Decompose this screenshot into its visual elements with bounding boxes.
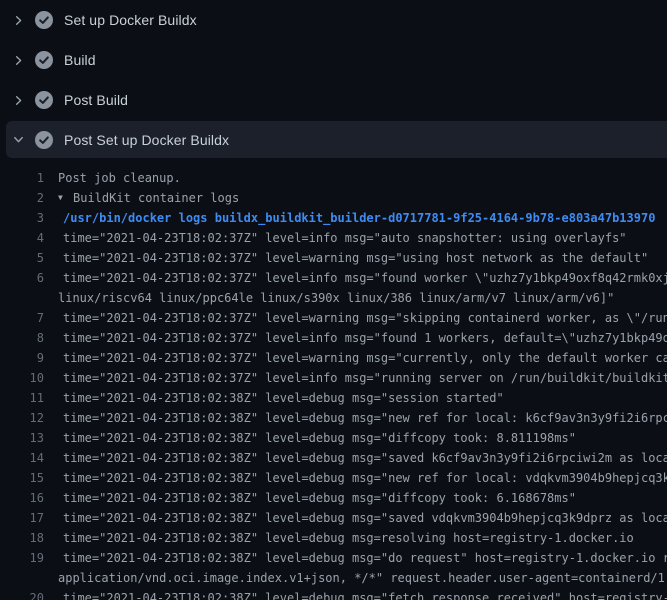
log-line-text: time="2021-04-23T18:02:38Z" level=debug … — [63, 528, 634, 548]
log-line-number[interactable]: 14 — [0, 448, 44, 468]
log-line-text: time="2021-04-23T18:02:38Z" level=debug … — [63, 468, 667, 488]
log-line-number[interactable]: 16 — [0, 488, 44, 508]
step-label: Build — [64, 52, 96, 68]
log-line[interactable]: 3 /usr/bin/docker logs buildx_buildkit_b… — [0, 208, 667, 228]
log-line-number[interactable]: 6 — [0, 268, 44, 288]
log-line-text: time="2021-04-23T18:02:37Z" level=info m… — [63, 268, 667, 288]
log-line-number[interactable]: 1 — [0, 168, 44, 188]
step-label: Set up Docker Buildx — [64, 12, 197, 28]
log-line[interactable]: 4 time="2021-04-23T18:02:37Z" level=info… — [0, 228, 667, 248]
log-line-text: time="2021-04-23T18:02:38Z" level=debug … — [63, 508, 667, 528]
log-line[interactable]: 18 time="2021-04-23T18:02:38Z" level=deb… — [0, 528, 667, 548]
log-line-number[interactable] — [0, 288, 44, 308]
log-line[interactable]: application/vnd.oci.image.index.v1+json,… — [0, 568, 667, 588]
log-line-number[interactable]: 9 — [0, 348, 44, 368]
chevron-right-icon — [10, 14, 26, 27]
log-line-text: time="2021-04-23T18:02:38Z" level=debug … — [63, 548, 667, 568]
chevron-right-icon — [10, 94, 26, 107]
log-line-number[interactable]: 8 — [0, 328, 44, 348]
log-line-number[interactable]: 20 — [0, 588, 44, 600]
log-line[interactable]: 11 time="2021-04-23T18:02:38Z" level=deb… — [0, 388, 667, 408]
log-line[interactable]: 9 time="2021-04-23T18:02:37Z" level=warn… — [0, 348, 667, 368]
actions-log-viewer: Set up Docker Buildx Build Post Build — [0, 0, 667, 600]
log-line-text: time="2021-04-23T18:02:37Z" level=warnin… — [63, 308, 667, 328]
log-line-text: time="2021-04-23T18:02:38Z" level=debug … — [63, 428, 576, 448]
check-circle-icon — [35, 51, 53, 69]
log-line[interactable]: 5 time="2021-04-23T18:02:37Z" level=warn… — [0, 248, 667, 268]
check-circle-icon — [35, 91, 53, 109]
log-line-text: time="2021-04-23T18:02:38Z" level=debug … — [63, 448, 667, 468]
log-line-text: /usr/bin/docker logs buildx_buildkit_bui… — [63, 208, 655, 228]
log-line-number[interactable]: 12 — [0, 408, 44, 428]
log-line-number[interactable]: 17 — [0, 508, 44, 528]
log-line-text: time="2021-04-23T18:02:38Z" level=debug … — [63, 408, 667, 428]
log-line-number[interactable]: 2 — [0, 188, 44, 208]
log-line-number[interactable]: 10 — [0, 368, 44, 388]
log-line[interactable]: 1 Post job cleanup. — [0, 168, 667, 188]
step-header-build[interactable]: Build — [0, 40, 667, 80]
log-line[interactable]: linux/riscv64 linux/ppc64le linux/s390x … — [0, 288, 667, 308]
triangle-down-icon[interactable]: ▼ — [58, 188, 73, 208]
log-line-text: time="2021-04-23T18:02:37Z" level=info m… — [63, 328, 667, 348]
log-line[interactable]: 15 time="2021-04-23T18:02:38Z" level=deb… — [0, 468, 667, 488]
log-line[interactable]: 20 time="2021-04-23T18:02:38Z" level=deb… — [0, 588, 667, 600]
log-line[interactable]: 17 time="2021-04-23T18:02:38Z" level=deb… — [0, 508, 667, 528]
log-line-number[interactable]: 11 — [0, 388, 44, 408]
step-header-set-up-docker-buildx[interactable]: Set up Docker Buildx — [0, 0, 667, 40]
log-line-number[interactable]: 4 — [0, 228, 44, 248]
log-line-text: time="2021-04-23T18:02:38Z" level=debug … — [63, 588, 667, 600]
log-line-text: BuildKit container logs — [73, 188, 239, 208]
step-list: Set up Docker Buildx Build Post Build — [0, 0, 667, 158]
log-line-number[interactable]: 5 — [0, 248, 44, 268]
log-line-text: Post job cleanup. — [58, 168, 181, 188]
chevron-down-icon — [10, 133, 26, 146]
log-line-number[interactable]: 19 — [0, 548, 44, 568]
log-line-number[interactable] — [0, 568, 44, 588]
log-line[interactable]: 12 time="2021-04-23T18:02:38Z" level=deb… — [0, 408, 667, 428]
log-line[interactable]: 13 time="2021-04-23T18:02:38Z" level=deb… — [0, 428, 667, 448]
log-line[interactable]: 2 ▼ BuildKit container logs — [0, 188, 667, 208]
log-line-text: application/vnd.oci.image.index.v1+json,… — [58, 568, 667, 588]
check-circle-icon — [35, 131, 53, 149]
log-line-number[interactable]: 18 — [0, 528, 44, 548]
log-line-number[interactable]: 7 — [0, 308, 44, 328]
log-line[interactable]: 16 time="2021-04-23T18:02:38Z" level=deb… — [0, 488, 667, 508]
log-line-number[interactable]: 15 — [0, 468, 44, 488]
chevron-right-icon — [10, 54, 26, 67]
log-line[interactable]: 14 time="2021-04-23T18:02:38Z" level=deb… — [0, 448, 667, 468]
log-line-number[interactable]: 13 — [0, 428, 44, 448]
log-line-number[interactable]: 3 — [0, 208, 44, 228]
log-line[interactable]: 8 time="2021-04-23T18:02:37Z" level=info… — [0, 328, 667, 348]
log-line[interactable]: 10 time="2021-04-23T18:02:37Z" level=inf… — [0, 368, 667, 388]
log-line-text: linux/riscv64 linux/ppc64le linux/s390x … — [58, 288, 614, 308]
log-line-text: time="2021-04-23T18:02:38Z" level=debug … — [63, 388, 504, 408]
log-line-text: time="2021-04-23T18:02:37Z" level=warnin… — [63, 348, 667, 368]
log-line[interactable]: 7 time="2021-04-23T18:02:37Z" level=warn… — [0, 308, 667, 328]
log-line-text: time="2021-04-23T18:02:38Z" level=debug … — [63, 488, 576, 508]
step-header-post-set-up-docker-buildx[interactable]: Post Set up Docker Buildx — [6, 121, 667, 158]
log-line[interactable]: 19 time="2021-04-23T18:02:38Z" level=deb… — [0, 548, 667, 568]
log-line-text: time="2021-04-23T18:02:37Z" level=info m… — [63, 368, 667, 388]
log-line-text: time="2021-04-23T18:02:37Z" level=info m… — [63, 228, 627, 248]
step-label: Post Build — [64, 92, 128, 108]
log-line-text: time="2021-04-23T18:02:37Z" level=warnin… — [63, 248, 648, 268]
check-circle-icon — [35, 11, 53, 29]
step-label: Post Set up Docker Buildx — [64, 132, 229, 148]
step-header-post-build[interactable]: Post Build — [0, 80, 667, 120]
log-panel: 1 Post job cleanup. 2 ▼ BuildKit contain… — [0, 158, 667, 600]
log-line[interactable]: 6 time="2021-04-23T18:02:37Z" level=info… — [0, 268, 667, 288]
